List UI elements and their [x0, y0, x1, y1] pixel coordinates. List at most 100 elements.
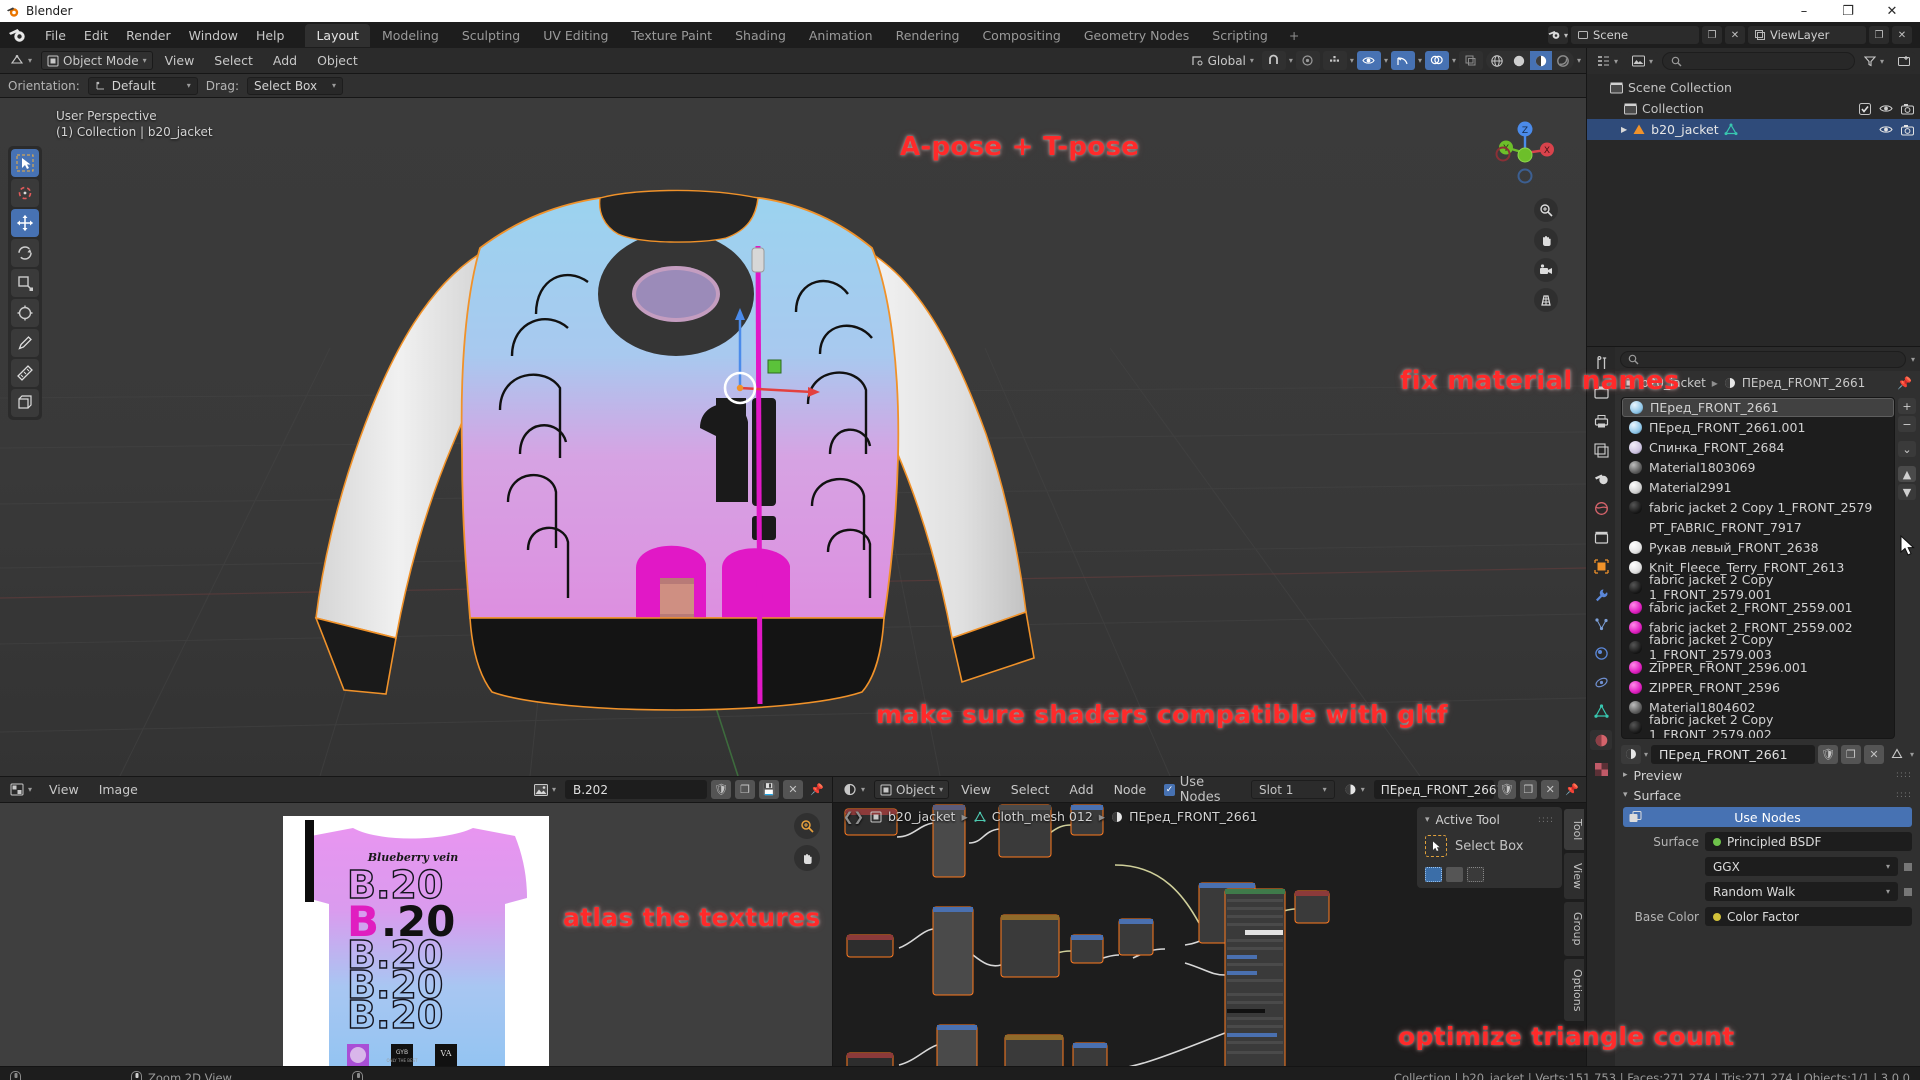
snap-dropdown-caret[interactable]: ▾ — [1289, 56, 1293, 65]
maximize-button[interactable]: ❐ — [1826, 0, 1870, 22]
outliner-editor-type-button[interactable]: ▾ — [1592, 51, 1624, 71]
tab-constraint-properties[interactable] — [1590, 672, 1612, 692]
menu-help[interactable]: Help — [247, 25, 294, 46]
tab-texture-paint[interactable]: Texture Paint — [620, 24, 723, 47]
material-slot-row[interactable]: fabric jacket 2 Copy 1_FRONT_2579.002 — [1622, 712, 1894, 738]
3d-viewport[interactable]: User Perspective (1) Collection | b20_ja… — [0, 98, 1586, 776]
object-render-camera-icon[interactable] — [1901, 124, 1914, 136]
viewport-menu-view[interactable]: View — [157, 51, 203, 70]
tab-world-properties[interactable] — [1590, 498, 1612, 518]
tab-scene-properties[interactable] — [1590, 469, 1612, 489]
outliner-filter-icon[interactable]: ▾ — [1858, 51, 1889, 71]
tab-modeling[interactable]: Modeling — [371, 24, 450, 47]
shader-type-dropdown[interactable]: Object ▾ — [874, 780, 950, 799]
move-slot-down-button[interactable]: ▼ — [1898, 484, 1916, 500]
uv-menu-view[interactable]: View — [41, 780, 87, 799]
shading-solid-icon[interactable] — [1508, 51, 1530, 70]
uv-editor-type-button[interactable]: ▾ — [5, 780, 38, 799]
shader-editor-type-button[interactable]: ▾ — [838, 780, 871, 799]
viewport-menu-object[interactable]: Object — [309, 51, 366, 70]
material-slot-row[interactable]: PT_FABRIC_FRONT_7917 — [1622, 517, 1894, 537]
viewport-nav-gizmo[interactable]: Z Y X — [1486, 114, 1564, 192]
surface-panel-header[interactable]: ▾ Surface :::: — [1615, 785, 1920, 805]
tab-object-data-properties[interactable] — [1590, 701, 1612, 721]
tab-sculpting[interactable]: Sculpting — [451, 24, 531, 47]
orientation-dropdown[interactable]: Default ▾ — [87, 76, 198, 95]
viewport-menu-select[interactable]: Select — [206, 51, 261, 70]
viewport-visibility-icon[interactable] — [1356, 51, 1381, 70]
minimize-button[interactable]: – — [1782, 0, 1826, 22]
material-datablock-caret[interactable]: ▾ — [1644, 750, 1648, 759]
material-datablock-name[interactable]: ПЕред_FRONT_2661 — [1651, 744, 1815, 764]
proportional-edit-icon[interactable] — [1295, 51, 1320, 70]
add-workspace-button[interactable]: + — [1280, 24, 1308, 47]
outliner-search-input[interactable] — [1662, 52, 1855, 70]
tab-shading[interactable]: Shading — [724, 24, 797, 47]
material-link-object-icon[interactable] — [1887, 745, 1907, 764]
material-slot-row[interactable]: Material1803069 — [1622, 457, 1894, 477]
active-tool-row[interactable]: Select Box — [1425, 835, 1554, 857]
outliner-row-b20-jacket[interactable]: ▶ b20_jacket — [1587, 119, 1920, 140]
uv-editor-body[interactable]: Blueberry vein B.20 B.20 B.20 B.20 B .20 — [0, 803, 832, 1066]
viewport-menu-add[interactable]: Add — [265, 51, 305, 70]
material-link-caret[interactable]: ▾ — [1910, 750, 1914, 759]
tab-geometry-nodes[interactable]: Geometry Nodes — [1073, 24, 1200, 47]
uv-pin-icon[interactable]: 📌 — [807, 780, 827, 799]
material-slot-row[interactable]: ПЕред_FRONT_2661 — [1622, 398, 1894, 417]
material-slot-row[interactable]: Material2991 — [1622, 477, 1894, 497]
tool-rotate[interactable] — [11, 239, 39, 267]
material-slot-row[interactable]: Спинка_FRONT_2684 — [1622, 437, 1894, 457]
tool-move[interactable] — [11, 209, 39, 237]
properties-pin-icon[interactable]: 📌 — [1897, 376, 1912, 390]
shading-wireframe-icon[interactable] — [1486, 51, 1508, 70]
material-slot-list[interactable]: ПЕред_FRONT_2661 ПЕред_FRONT_2661.001 Сп… — [1621, 397, 1895, 739]
shader-menu-select[interactable]: Select — [1003, 780, 1058, 799]
collection-checkbox[interactable] — [1859, 102, 1871, 115]
select-extend-icon[interactable] — [1446, 867, 1463, 882]
tool-select-box[interactable] — [11, 149, 39, 177]
outliner-row-collection[interactable]: Collection — [1587, 98, 1920, 119]
properties-options-caret[interactable]: ▾ — [1911, 355, 1915, 364]
shader-menu-view[interactable]: View — [953, 780, 999, 799]
tool-transform[interactable] — [11, 299, 39, 327]
tab-texture-properties[interactable] — [1590, 759, 1612, 779]
overlays-toggle-icon[interactable] — [1424, 51, 1449, 70]
toggle-perspective-icon[interactable] — [1534, 288, 1558, 312]
object-visibility-eye-icon[interactable] — [1879, 124, 1893, 135]
shading-material-preview-icon[interactable] — [1529, 51, 1552, 70]
collection-visibility-eye-icon[interactable] — [1879, 103, 1893, 114]
breadcrumb-mesh[interactable]: Cloth_mesh 012 — [992, 809, 1093, 824]
distribution-animate-dot[interactable] — [1904, 862, 1912, 871]
shader-copy-material-icon[interactable]: ❐ — [1519, 780, 1538, 799]
shader-menu-node[interactable]: Node — [1106, 780, 1155, 799]
breadcrumb-material[interactable]: ПЕред_FRONT_2661 — [1129, 809, 1258, 824]
scene-field[interactable]: Scene — [1571, 26, 1699, 44]
new-viewlayer-button[interactable]: ❐ — [1869, 26, 1889, 44]
sidebar-tab-view[interactable]: View — [1564, 853, 1584, 900]
menu-window[interactable]: Window — [180, 25, 247, 46]
menu-edit[interactable]: Edit — [75, 25, 117, 46]
material-fake-user-icon[interactable]: 🛡 — [1817, 744, 1838, 764]
uv-canvas[interactable]: Blueberry vein B.20 B.20 B.20 B.20 B .20 — [0, 803, 832, 1066]
distribution-dropdown[interactable]: GGX ▾ — [1705, 857, 1898, 876]
collection-render-camera-icon[interactable] — [1901, 103, 1914, 115]
select-subtract-icon[interactable] — [1467, 867, 1484, 882]
tool-add-cube[interactable] — [11, 389, 39, 417]
uv-zoom-icon[interactable] — [794, 813, 820, 839]
tab-animation[interactable]: Animation — [798, 24, 884, 47]
pivot-dropdown-caret[interactable]: ▾ — [1350, 56, 1354, 65]
tool-annotate[interactable] — [11, 329, 39, 357]
tab-rendering[interactable]: Rendering — [885, 24, 971, 47]
material-slot-row[interactable]: ZIPPER_FRONT_2596 — [1622, 677, 1894, 697]
tab-scripting[interactable]: Scripting — [1201, 24, 1279, 47]
material-slot-row[interactable]: fabric jacket 2 Copy 1_FRONT_2579.001 — [1622, 572, 1894, 602]
viewlayer-field[interactable]: ViewLayer — [1748, 26, 1866, 44]
material-specials-button[interactable]: ⌄ — [1898, 441, 1916, 457]
breadcrumb-object[interactable]: b20_jacket — [888, 809, 955, 824]
tab-modifier-properties[interactable] — [1590, 585, 1612, 605]
uv-new-image-icon[interactable]: ❐ — [735, 780, 755, 799]
gizmo-dropdown-caret[interactable]: ▾ — [1418, 56, 1422, 65]
material-browse-datablock-icon[interactable] — [1621, 744, 1641, 764]
tab-object-properties[interactable] — [1590, 556, 1612, 576]
uv-pan-icon[interactable] — [794, 845, 820, 871]
